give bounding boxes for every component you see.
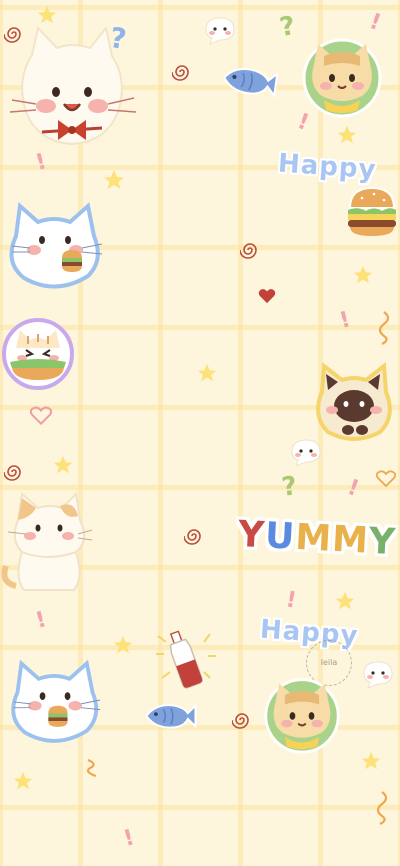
siamese-cat-sticker xyxy=(316,362,392,441)
yummy-letter: Y xyxy=(237,513,267,557)
blue-fish-sticker xyxy=(223,68,279,99)
star-icon xyxy=(335,591,355,610)
exclamation-mark-icon: ! xyxy=(120,825,138,852)
yummy-letter: M xyxy=(294,516,334,560)
star-icon xyxy=(13,771,33,790)
exclamation-mark-icon: ! xyxy=(32,607,50,634)
star-icon xyxy=(37,5,57,24)
question-mark-icon: ? xyxy=(279,471,300,503)
cat-green-hood-sticker xyxy=(302,38,382,118)
heart-outline-icon xyxy=(30,406,52,426)
happy-lettering-top: Happy xyxy=(277,148,378,186)
yummy-letter: U xyxy=(264,515,297,558)
swirl-icon xyxy=(4,465,21,481)
white-cat-burger-sticker xyxy=(9,202,103,289)
yummy-lettering: YUMMY xyxy=(237,514,397,563)
exclamation-mark-icon: ! xyxy=(344,475,363,502)
question-mark-icon: ? xyxy=(277,10,298,44)
swirl-icon xyxy=(4,27,21,43)
heart-outline-icon xyxy=(376,470,396,488)
blue-fish-sticker xyxy=(145,703,197,729)
star-icon xyxy=(53,455,73,474)
bubble-face-sticker xyxy=(205,17,235,45)
star-icon xyxy=(104,170,124,189)
exclamation-mark-icon: ! xyxy=(32,149,50,176)
white-cat-burger-sticker xyxy=(11,659,101,743)
star-icon xyxy=(337,125,357,144)
swirl-icon xyxy=(184,529,201,545)
star-icon xyxy=(197,363,217,382)
squiggle-icon xyxy=(86,758,97,778)
yummy-letter: M xyxy=(331,518,370,562)
heart-icon xyxy=(258,289,276,304)
swirl-icon xyxy=(240,243,257,259)
bubble-face-sticker xyxy=(363,661,393,689)
drink-bottle-sticker xyxy=(156,630,216,689)
cat-in-burger-sticker xyxy=(2,318,74,390)
exclamation-mark-icon: ! xyxy=(336,307,354,334)
star-icon xyxy=(113,635,133,654)
cat-wallpaper: ? ? ? ! ! ! ! ! ! ! ! Happy YUMMY Happy … xyxy=(0,0,400,866)
squiggle-icon xyxy=(378,311,390,345)
calico-cat-sticker xyxy=(1,491,92,591)
cat-green-hood-sticker xyxy=(264,678,340,754)
exclamation-mark-icon: ! xyxy=(366,9,385,36)
star-icon xyxy=(361,751,381,770)
hamburger-sticker xyxy=(348,186,396,236)
exclamation-mark-icon: ! xyxy=(283,587,299,614)
yummy-letter: Y xyxy=(367,520,398,564)
swirl-icon xyxy=(232,713,249,729)
star-icon xyxy=(353,265,373,284)
swirl-icon xyxy=(172,65,189,81)
squiggle-icon xyxy=(376,791,388,825)
